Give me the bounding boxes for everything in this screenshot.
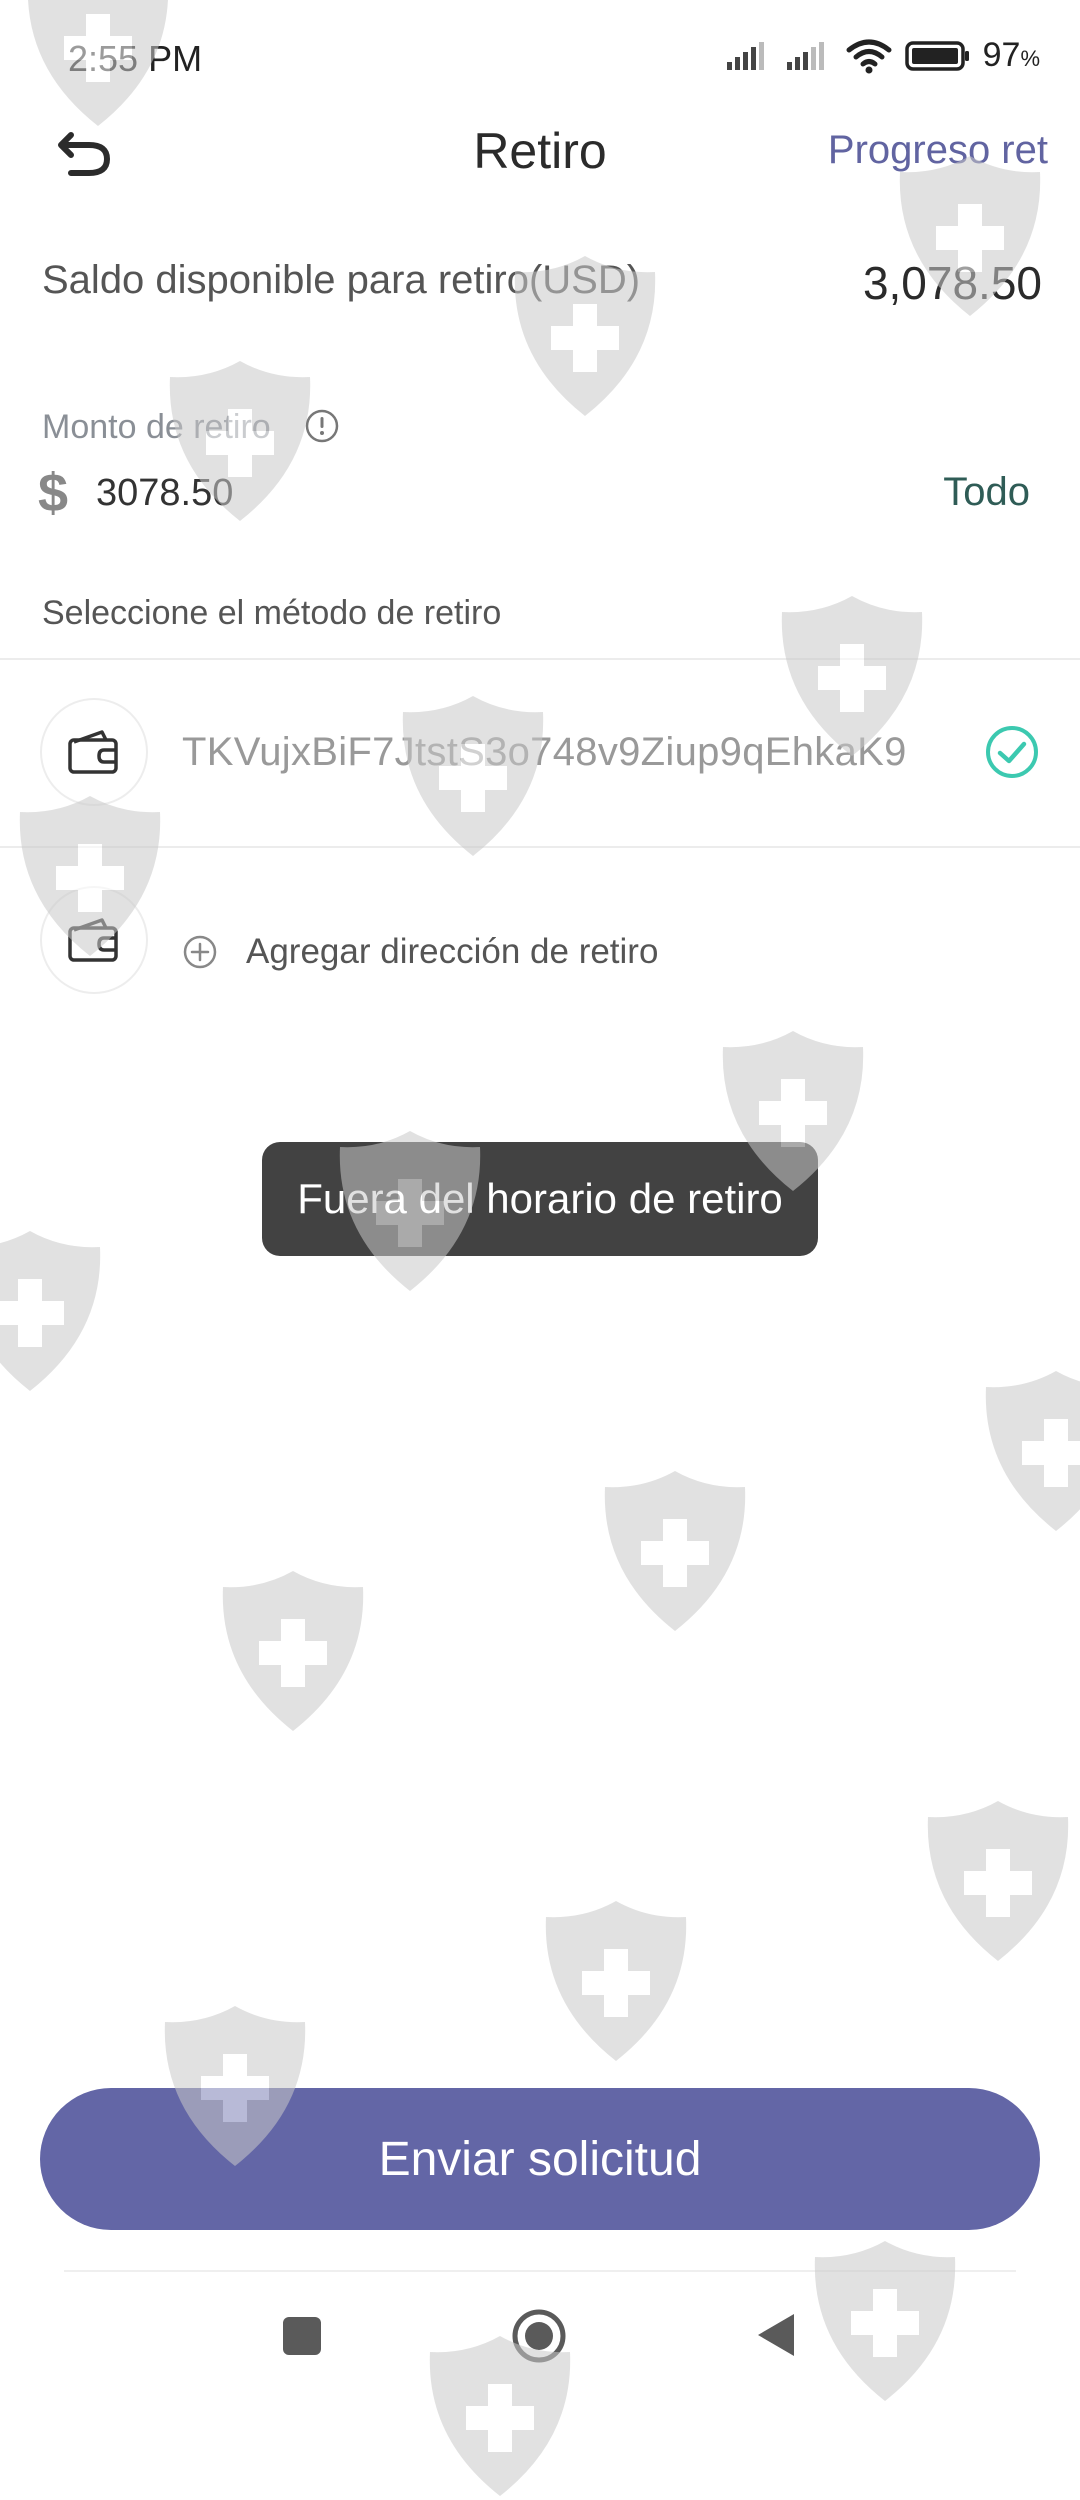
home-icon[interactable] — [510, 2307, 568, 2365]
watermark-shield-icon — [604, 1471, 746, 1631]
wifi-icon — [846, 39, 892, 73]
info-icon[interactable] — [304, 408, 340, 444]
balance-label: Saldo disponible para retiro(USD) — [42, 258, 641, 302]
submit-request-button[interactable]: Enviar solicitud — [40, 2088, 1040, 2230]
toast-message: Fuera del horario de retiro — [262, 1142, 818, 1256]
wallet-icon — [68, 730, 118, 774]
watermark-shield-icon — [0, 1231, 101, 1391]
withdraw-progress-link[interactable]: Progreso ret — [828, 128, 1048, 173]
amount-input[interactable] — [96, 472, 596, 515]
add-address-row[interactable] — [0, 848, 1080, 1008]
wallet-icon-circle — [40, 886, 148, 994]
amount-label: Monto de retiro — [42, 408, 271, 446]
battery-level: 97% — [982, 36, 1040, 74]
signal-icon-2 — [786, 41, 824, 70]
wallet-icon — [68, 918, 118, 962]
back-triangle-icon[interactable] — [754, 2310, 796, 2360]
plus-circle-icon[interactable] — [182, 934, 218, 970]
signal-icon — [726, 41, 764, 70]
wallet-icon-circle — [40, 698, 148, 806]
currency-symbol: $ — [38, 463, 69, 523]
watermark-shield-icon — [222, 1571, 364, 1731]
method-label: Seleccione el método de retiro — [42, 594, 502, 632]
withdraw-all-button[interactable]: Todo — [943, 470, 1030, 515]
balance-value: 3,078.50 — [862, 257, 1042, 309]
watermark-shield-icon — [545, 1901, 687, 2061]
watermark-shield-icon — [927, 1801, 1069, 1961]
watermark-shield-icon — [985, 1371, 1080, 1531]
nav-divider — [64, 2270, 1016, 2272]
status-icons: 97% — [725, 36, 1040, 75]
status-time: 2:55 PM — [68, 38, 203, 79]
add-address-label[interactable]: Agregar dirección de retiro — [246, 932, 658, 972]
check-circle-icon[interactable] — [984, 724, 1040, 780]
battery-icon — [904, 40, 969, 71]
withdraw-address[interactable]: TKVujxBiF7JtstS3o748v9Ziup9qEhkaK9 — [182, 730, 907, 775]
watermark-shield-icon — [814, 2241, 956, 2401]
recent-apps-icon[interactable] — [283, 2317, 321, 2355]
